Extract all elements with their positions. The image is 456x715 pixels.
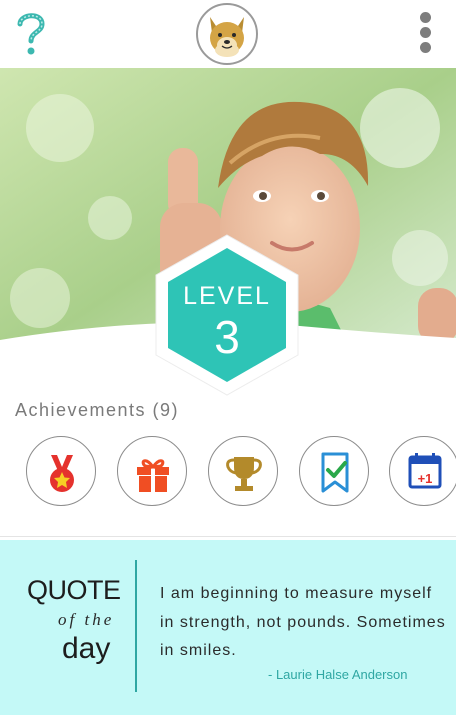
dog-avatar-icon <box>210 17 244 57</box>
question-mark-icon <box>17 13 45 55</box>
help-button[interactable] <box>14 10 48 58</box>
medal-star-icon <box>50 455 74 492</box>
menu-dot <box>419 12 431 23</box>
level-label: LEVEL <box>183 282 271 310</box>
achievements-row: +1 <box>0 436 456 508</box>
avatar-button[interactable] <box>196 3 258 65</box>
menu-button[interactable] <box>412 12 438 56</box>
quote-author: - Laurie Halse Anderson <box>268 667 408 682</box>
level-badge: LEVEL 3 <box>152 232 302 398</box>
achievement-gift[interactable] <box>117 436 187 506</box>
top-bar <box>0 0 456 68</box>
quote-heading-day: day <box>62 632 111 665</box>
gift-icon <box>137 459 169 492</box>
level-number: 3 <box>214 311 240 363</box>
trophy-icon <box>226 457 262 491</box>
achievement-trophy[interactable] <box>208 436 278 506</box>
quote-panel: QUOTE of the day I am beginning to measu… <box>0 540 456 715</box>
quote-heading-quote: QUOTE <box>27 575 121 605</box>
svg-text:+1: +1 <box>418 471 433 486</box>
calendar-plus-one-icon: +1 <box>408 453 442 489</box>
quote-text: I am beginning to measure myself in stre… <box>160 585 446 659</box>
quote-divider <box>135 560 137 692</box>
section-divider <box>0 536 456 537</box>
quote-heading-ofthe: of the <box>58 610 115 629</box>
achievement-medal[interactable] <box>26 436 96 506</box>
menu-dot <box>419 27 431 38</box>
achievement-bookmark[interactable] <box>299 436 369 506</box>
achievement-calendar[interactable]: +1 <box>389 436 456 506</box>
bookmark-check-icon <box>321 452 349 493</box>
achievements-title: Achievements (9) <box>15 400 180 420</box>
menu-dot <box>419 42 431 53</box>
